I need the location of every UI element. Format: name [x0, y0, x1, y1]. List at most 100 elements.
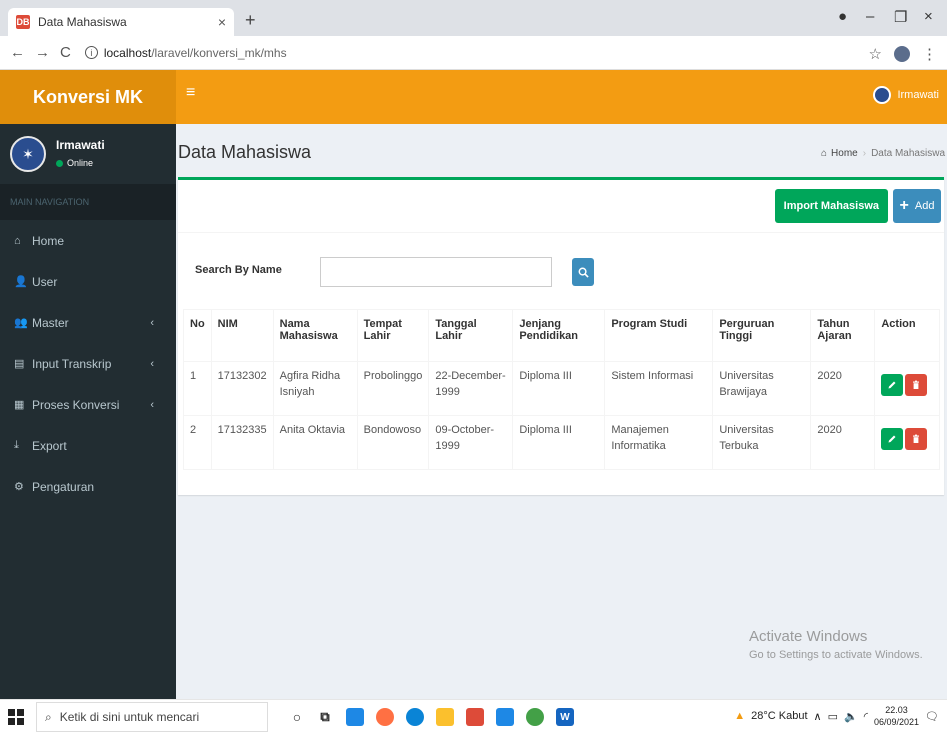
online-dot-icon: [56, 159, 63, 167]
favicon-icon: DB: [16, 15, 30, 29]
add-button[interactable]: + Add: [893, 189, 941, 223]
user-menu[interactable]: Irmawati: [873, 86, 939, 104]
info-icon[interactable]: i: [84, 46, 98, 59]
sidebar-item-master[interactable]: 👥 Master ‹: [0, 302, 176, 343]
sidebar-item-input-transkrip[interactable]: ▤ Input Transkrip ‹: [0, 343, 176, 384]
cell-jenjang: Diploma III: [512, 361, 606, 416]
windows-taskbar: ⌕ Ketik di sini untuk mencari ○ ⧉ W ▲ 28…: [0, 699, 947, 733]
url-path: /laravel/konversi_mk/mhs: [151, 45, 287, 60]
reload-icon[interactable]: C: [60, 44, 71, 61]
search-icon: [578, 267, 589, 278]
edit-button[interactable]: [881, 374, 904, 396]
volume-icon[interactable]: 🔈: [844, 710, 858, 723]
chevron-up-icon[interactable]: ∧: [814, 710, 822, 723]
restore-icon[interactable]: ❐: [894, 8, 907, 26]
chrome-icon[interactable]: [526, 708, 544, 726]
mahasiswa-table: No NIM Nama Mahasiswa Tempat Lahir Tangg…: [183, 309, 940, 470]
forward-icon[interactable]: →: [35, 44, 50, 61]
sidebar-item-home[interactable]: ⌂ Home: [0, 220, 176, 261]
notification-icon[interactable]: 🗨: [925, 710, 939, 723]
user-status-label: Online: [67, 158, 94, 168]
browser-tab[interactable]: DB Data Mahasiswa ×: [8, 8, 234, 36]
clock[interactable]: 22.03 06/09/2021: [874, 704, 919, 728]
weather-text[interactable]: 28°C Kabut: [751, 710, 807, 722]
minimize-icon[interactable]: –: [866, 8, 874, 25]
main-content: Data Mahasiswa ⌂ Home › Data Mahasiswa I…: [176, 124, 947, 699]
kebab-menu-icon[interactable]: ⋮: [922, 45, 937, 63]
cell-jenjang: Diploma III: [512, 415, 606, 470]
sidebar-item-label: User: [32, 274, 58, 289]
battery-icon[interactable]: ▭: [828, 710, 838, 723]
wifi-icon[interactable]: ◜: [864, 710, 868, 723]
cell-nama: Anita Oktavia: [272, 415, 358, 470]
file-explorer-icon[interactable]: [346, 708, 364, 726]
profile-avatar-icon[interactable]: [894, 46, 910, 62]
word-icon[interactable]: W: [556, 708, 574, 726]
back-icon[interactable]: ←: [10, 44, 25, 61]
col-no: No: [183, 309, 212, 362]
xampp-icon[interactable]: [466, 708, 484, 726]
cell-program-studi: Sistem Informasi: [604, 361, 714, 416]
nav-header: MAIN NAVIGATION: [0, 184, 176, 220]
trash-icon: [913, 380, 920, 389]
col-tempat-lahir: Tempat Lahir: [356, 309, 430, 362]
windows-start-icon[interactable]: [8, 709, 24, 725]
import-mahasiswa-button[interactable]: Import Mahasiswa: [774, 189, 888, 223]
sidebar-item-label: Home: [32, 233, 65, 248]
url-field[interactable]: i localhost/laravel/konversi_mk/mhs: [84, 45, 287, 60]
delete-button[interactable]: [905, 428, 928, 450]
watermark-title: Activate Windows: [749, 628, 868, 645]
vscode-icon[interactable]: [496, 708, 514, 726]
list-alt-icon: ▦: [14, 399, 25, 411]
sidebar-item-label: Proses Konversi: [32, 397, 120, 412]
edit-button[interactable]: [881, 428, 904, 450]
taskbar-search[interactable]: ⌕ Ketik di sini untuk mencari: [36, 702, 268, 732]
cell-action: [874, 415, 940, 470]
list-icon: ▤: [14, 358, 25, 370]
breadcrumb-current: Data Mahasiswa: [871, 148, 945, 159]
watermark-subtitle: Go to Settings to activate Windows.: [749, 649, 923, 661]
cell-tahun-ajaran: 2020: [810, 415, 876, 470]
sidebar-toggle-icon[interactable]: ≡: [186, 84, 195, 102]
sidebar-item-pengaturan[interactable]: ⚙ Pengaturan: [0, 466, 176, 507]
activate-windows-watermark: Activate Windows Go to Settings to activ…: [749, 628, 923, 661]
cell-tanggal-lahir: 09-October-1999: [428, 415, 514, 470]
data-box: Import Mahasiswa + Add Search By Name No…: [178, 177, 944, 495]
table-header-row: No NIM Nama Mahasiswa Tempat Lahir Tangg…: [183, 309, 940, 362]
cell-nim: 17132302: [210, 361, 274, 416]
bookmark-star-icon[interactable]: ☆: [869, 45, 882, 63]
delete-button[interactable]: [905, 374, 928, 396]
cell-no: 2: [183, 415, 212, 470]
profile-dot-icon[interactable]: ●: [838, 8, 847, 25]
clock-time: 22.03: [885, 705, 908, 715]
app-icon[interactable]: [436, 708, 454, 726]
sidebar-item-export[interactable]: ⤓ Export: [0, 425, 176, 466]
users-icon: 👥: [14, 317, 28, 329]
add-button-label: Add: [914, 200, 935, 212]
sidebar-item-proses-konversi[interactable]: ▦ Proses Konversi ‹: [0, 384, 176, 425]
user-avatar: ✶: [10, 136, 46, 172]
edge-icon[interactable]: [406, 708, 424, 726]
gear-icon: ⚙: [14, 481, 24, 493]
tab-close-icon[interactable]: ×: [218, 14, 226, 30]
table-row: 2 17132335 Anita Oktavia Bondowoso 09-Oc…: [183, 415, 940, 470]
task-view-icon[interactable]: ⧉: [316, 708, 334, 726]
sidebar-item-label: Export: [32, 438, 67, 453]
close-icon[interactable]: ×: [924, 8, 933, 25]
sidebar-item-user[interactable]: 👤 User: [0, 261, 176, 302]
cell-tahun-ajaran: 2020: [810, 361, 876, 416]
search-button[interactable]: [572, 258, 594, 286]
chevron-left-icon: ‹: [150, 357, 154, 370]
cortana-icon[interactable]: ○: [288, 708, 306, 726]
paint-icon[interactable]: [376, 708, 394, 726]
box-header: Import Mahasiswa + Add: [178, 180, 944, 233]
search-input[interactable]: [320, 257, 552, 287]
new-tab-icon[interactable]: +: [245, 10, 256, 31]
col-perguruan-tinggi: Perguruan Tinggi: [712, 309, 812, 362]
taskbar-search-placeholder: Ketik di sini untuk mencari: [59, 710, 200, 724]
search-row: Search By Name: [178, 255, 944, 295]
app-logo[interactable]: Konversi MK: [0, 70, 176, 124]
chevron-left-icon: ‹: [150, 398, 154, 411]
col-nim: NIM: [210, 309, 274, 362]
breadcrumb-home[interactable]: Home: [831, 148, 858, 159]
